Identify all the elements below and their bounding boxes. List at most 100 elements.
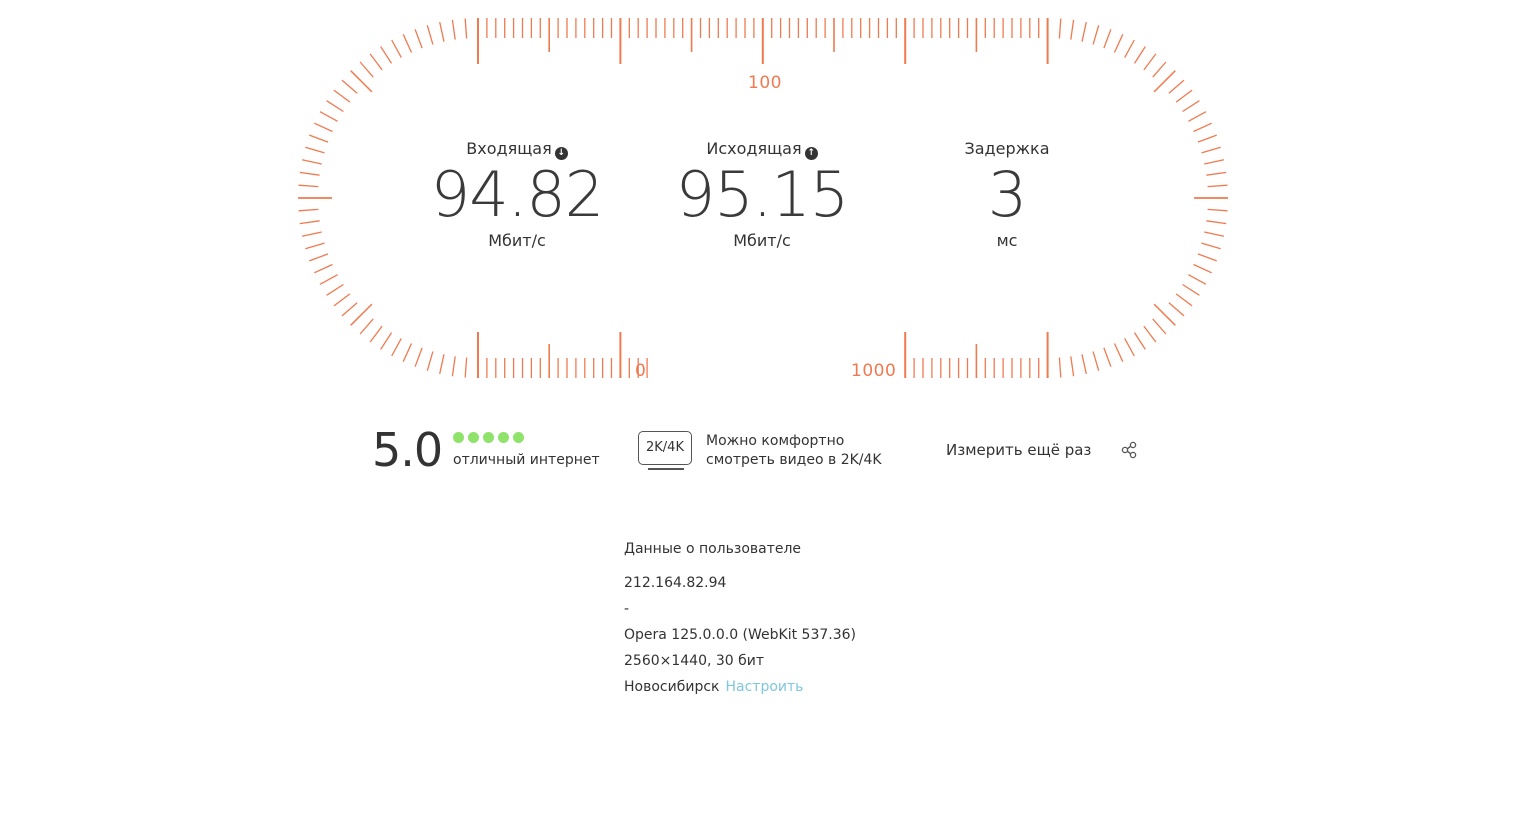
user-info-heading: Данные о пользователе (624, 541, 802, 557)
download-value: 94.82 (430, 158, 605, 231)
gauge-tick (326, 100, 344, 113)
gauge-tick (464, 357, 468, 378)
gauge-tick (1058, 18, 1062, 39)
gauge-tick (1168, 302, 1185, 317)
gauge-tick (1058, 357, 1062, 378)
gauge-tick (1143, 53, 1157, 71)
latency-value: 3 (987, 158, 1027, 231)
gauge-tick (333, 293, 351, 307)
gauge-tick (451, 356, 456, 377)
gauge-tick (1197, 134, 1217, 143)
latency-label: Задержка (964, 139, 1050, 158)
video-text-line1: Можно комфортно (706, 433, 845, 449)
gauge-tick (1143, 325, 1157, 343)
gauge-tick (451, 19, 456, 40)
gauge-tick (1204, 231, 1225, 237)
gauge-tick (1124, 338, 1135, 357)
configure-location-link[interactable]: Настроить (725, 679, 803, 695)
gauge-tick (380, 46, 393, 64)
gauge-tick (319, 274, 338, 285)
gauge-tick (1092, 25, 1100, 45)
upload-value: 95.15 (675, 158, 850, 231)
gauge-tick (1188, 274, 1207, 285)
gauge-tick (326, 283, 344, 296)
retest-button[interactable]: Измерить ещё раз (946, 441, 1091, 459)
gauge-tick (1182, 100, 1200, 113)
gauge-tick (1206, 220, 1227, 225)
gauge-tick (359, 61, 374, 78)
gauge-tick (391, 39, 402, 58)
user-info: Данные о пользователе 212.164.82.94 - Op… (624, 538, 856, 702)
gauge-tick (369, 53, 383, 71)
gauge-tick (350, 70, 373, 93)
gauge-tick (391, 338, 402, 357)
upload-title: Исходящая ↑ (642, 138, 882, 160)
gauge-tick (305, 242, 325, 250)
gauge-tick (298, 184, 319, 188)
gauge-tick (1204, 159, 1225, 165)
gauge-tick (1153, 70, 1176, 93)
gauge-label-100: 100 (748, 73, 782, 93)
download-metric: Входящая ↓ 94.82 Мбит/с (397, 138, 637, 252)
gauge-tick (314, 263, 333, 274)
gauge-tick (1092, 351, 1100, 371)
gauge-tick (301, 159, 322, 165)
rating-score: 5.0 (372, 423, 443, 477)
upload-label: Исходящая (706, 139, 802, 158)
gauge-tick (1206, 171, 1227, 176)
latency-title: Задержка (887, 138, 1127, 160)
user-location: Новосибирск Настроить (624, 676, 856, 702)
share-icon[interactable] (1120, 441, 1138, 459)
gauge-tick (1133, 332, 1146, 350)
gauge-tick (1175, 293, 1193, 307)
rating-star (513, 432, 524, 443)
gauge-tick (1168, 79, 1185, 94)
gauge-tick (1103, 29, 1112, 49)
gauge-tick (341, 79, 358, 94)
gauge-tick (1201, 146, 1221, 154)
gauge-tick (1152, 61, 1167, 78)
gauge-tick (1193, 122, 1212, 133)
gauge-tick (333, 89, 351, 103)
gauge-tick (299, 171, 320, 176)
gauge-tick (1152, 318, 1167, 335)
rating-text: отличный интернет (453, 452, 600, 468)
gauge-tick (426, 351, 434, 371)
gauge-tick (439, 354, 445, 375)
user-ip: 212.164.82.94 (624, 575, 727, 591)
upload-metric: Исходящая ↑ 95.15 Мбит/с (642, 138, 882, 252)
gauge-tick (369, 325, 383, 343)
gauge-tick (1182, 283, 1200, 296)
gauge-tick (1113, 343, 1124, 362)
gauge-tick (1153, 303, 1176, 326)
video-quality-badge: 2K/4K (638, 431, 692, 465)
rating-stars (453, 432, 524, 443)
gauge-tick (1207, 208, 1228, 212)
download-title: Входящая ↓ (397, 138, 637, 160)
gauge-tick (350, 303, 373, 326)
gauge-tick (1070, 19, 1075, 40)
user-browser: Opera 125.0.0.0 (WebKit 537.36) (624, 627, 856, 643)
gauge-tick (1124, 39, 1135, 58)
gauge-tick (309, 253, 329, 262)
gauge-tick (319, 111, 338, 122)
gauge-tick (1193, 263, 1212, 274)
gauge-tick (1113, 34, 1124, 53)
gauge-tick (314, 122, 333, 133)
gauge-tick (439, 21, 445, 42)
gauge-tick (341, 302, 358, 317)
gauge-tick (301, 231, 322, 237)
video-quality-text: Можно комфортно смотреть видео в 2K/4K (706, 432, 882, 470)
gauge-tick (414, 347, 423, 367)
rating-star (468, 432, 479, 443)
gauge-label-1000: 1000 (851, 361, 897, 381)
gauge-tick (1081, 354, 1087, 375)
latency-metric: Задержка 3 мс (887, 138, 1127, 252)
gauge-tick (309, 134, 329, 143)
download-unit: Мбит/с (488, 231, 546, 250)
gauge-tick (1201, 242, 1221, 250)
video-text-line2: смотреть видео в 2K/4K (706, 452, 882, 468)
gauge-tick (1188, 111, 1207, 122)
rating-star (453, 432, 464, 443)
upload-unit: Мбит/с (733, 231, 791, 250)
